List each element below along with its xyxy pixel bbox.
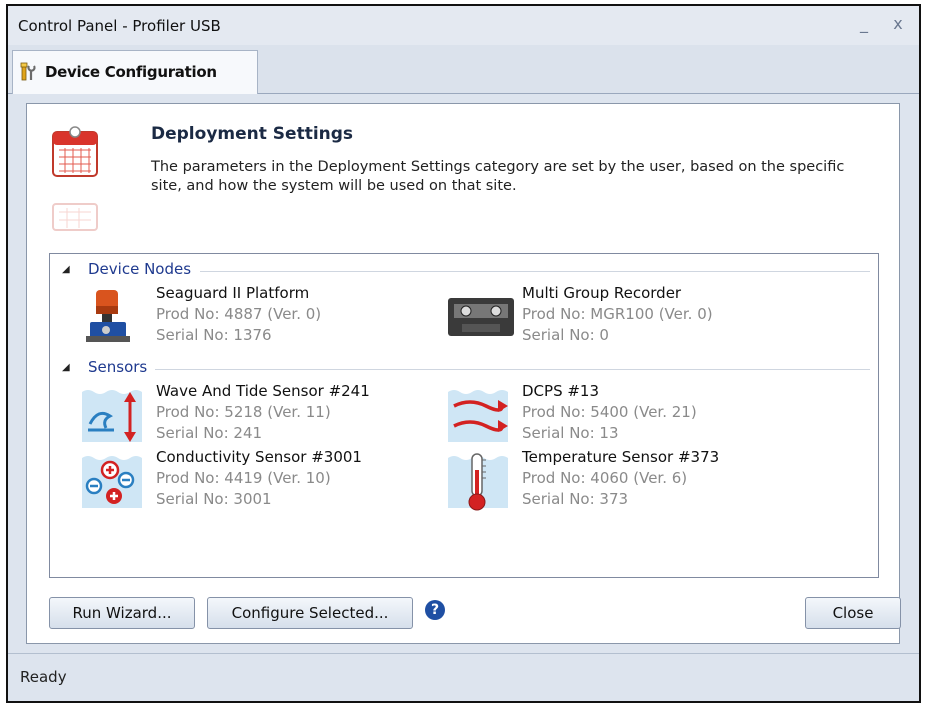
wave-tide-icon <box>82 390 142 442</box>
platform-icon <box>86 290 130 342</box>
current-profiler-icon <box>448 390 508 442</box>
window-title: Control Panel - Profiler USB <box>18 17 221 35</box>
calendar-icon <box>52 126 98 231</box>
configure-selected-button[interactable]: Configure Selected... <box>207 597 413 629</box>
run-wizard-button[interactable]: Run Wizard... <box>49 597 195 629</box>
section-description: The parameters in the Deployment Setting… <box>151 159 845 194</box>
group-device-nodes[interactable]: ◢ Device Nodes <box>50 260 876 280</box>
list-item-temperature-sensor[interactable]: Temperature Sensor #373 Prod No: 4060 (V… <box>446 448 786 514</box>
close-button[interactable]: Close <box>805 597 901 629</box>
help-icon[interactable]: ? <box>425 600 445 620</box>
content-panel: Deployment Settings The parameters in th… <box>26 103 901 644</box>
item-name: DCPS #13 <box>522 382 600 400</box>
minimize-button[interactable]: _ <box>851 12 877 36</box>
device-list[interactable]: ◢ Device Nodes Seaguard II Platform Prod… <box>49 253 879 578</box>
group-divider <box>200 271 870 272</box>
list-item-wave-tide-sensor[interactable]: Wave And Tide Sensor #241 Prod No: 5218 … <box>80 382 420 448</box>
item-prod-no: Prod No: 5218 (Ver. 11) <box>156 403 331 421</box>
status-bar: Ready <box>8 653 919 701</box>
item-name: Multi Group Recorder <box>522 284 682 302</box>
thermometer-icon <box>448 453 508 511</box>
recorder-icon <box>448 298 514 336</box>
title-bar[interactable]: Control Panel - Profiler USB _ x <box>8 6 919 45</box>
tools-icon <box>20 62 36 81</box>
collapse-arrow-icon[interactable]: ◢ <box>62 264 70 275</box>
item-name: Conductivity Sensor #3001 <box>156 448 362 466</box>
item-prod-no: Prod No: 4887 (Ver. 0) <box>156 305 322 323</box>
group-sensors[interactable]: ◢ Sensors <box>50 358 876 378</box>
list-item-conductivity-sensor[interactable]: Conductivity Sensor #3001 Prod No: 4419 … <box>80 448 420 514</box>
item-serial-no: Serial No: 13 <box>522 424 619 442</box>
item-prod-no: Prod No: 4060 (Ver. 6) <box>522 469 688 487</box>
tab-label: Device Configuration <box>45 63 217 81</box>
tab-bar: Device Configuration <box>8 45 919 94</box>
item-name: Temperature Sensor #373 <box>522 448 720 466</box>
item-prod-no: Prod No: 4419 (Ver. 10) <box>156 469 331 487</box>
collapse-arrow-icon[interactable]: ◢ <box>62 362 70 373</box>
item-name: Seaguard II Platform <box>156 284 310 302</box>
control-panel-window: Control Panel - Profiler USB _ x Device … <box>6 4 921 703</box>
item-prod-no: Prod No: MGR100 (Ver. 0) <box>522 305 713 323</box>
status-text: Ready <box>20 668 67 686</box>
group-label: Device Nodes <box>88 260 192 278</box>
list-item-multi-group-recorder[interactable]: Multi Group Recorder Prod No: MGR100 (Ve… <box>446 284 786 350</box>
item-serial-no: Serial No: 0 <box>522 326 609 344</box>
list-item-seaguard-platform[interactable]: Seaguard II Platform Prod No: 4887 (Ver.… <box>80 284 420 350</box>
item-prod-no: Prod No: 5400 (Ver. 21) <box>522 403 697 421</box>
item-serial-no: Serial No: 3001 <box>156 490 272 508</box>
item-serial-no: Serial No: 373 <box>522 490 629 508</box>
group-divider <box>155 369 870 370</box>
item-name: Wave And Tide Sensor #241 <box>156 382 370 400</box>
group-label: Sensors <box>88 358 148 376</box>
item-serial-no: Serial No: 241 <box>156 424 263 442</box>
list-item-dcps[interactable]: DCPS #13 Prod No: 5400 (Ver. 21) Serial … <box>446 382 786 448</box>
conductivity-icon <box>82 456 142 508</box>
tab-device-configuration[interactable]: Device Configuration <box>12 50 258 94</box>
item-serial-no: Serial No: 1376 <box>156 326 272 344</box>
close-window-button[interactable]: x <box>885 12 911 36</box>
section-title: Deployment Settings <box>151 124 354 144</box>
